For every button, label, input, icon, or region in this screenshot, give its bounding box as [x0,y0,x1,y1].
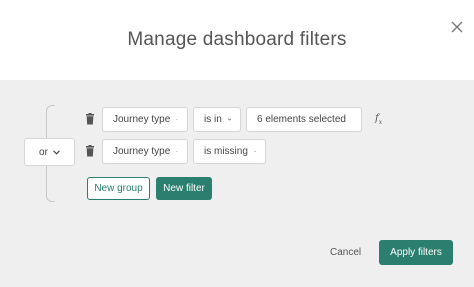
operator-select-value: is missing [204,145,248,157]
manage-filters-modal: Manage dashboard filters or Journey type… [0,0,474,287]
trash-icon[interactable] [84,145,96,157]
function-icon[interactable]: fx [375,113,382,126]
chevron-down-icon [227,118,231,120]
logic-operator-select[interactable]: or [24,138,75,166]
field-select-value: Journey type [113,145,171,157]
filter-row: Journey type is in 6 elements selected f… [84,106,382,132]
trash-icon[interactable] [84,113,96,125]
modal-header: Manage dashboard filters [0,0,474,80]
field-select-value: Journey type [113,113,171,125]
modal-title: Manage dashboard filters [127,29,347,50]
new-group-button[interactable]: New group [87,177,150,200]
field-select[interactable]: Journey type [102,106,188,132]
chevron-down-icon [176,150,178,152]
value-select-value: 6 elements selected [257,113,346,125]
chevron-down-icon [253,150,256,152]
close-icon[interactable] [447,17,467,37]
cancel-button[interactable]: Cancel [330,242,361,262]
value-select[interactable]: 6 elements selected [246,106,362,132]
field-select[interactable]: Journey type [102,138,188,164]
operator-select[interactable]: is in [193,106,241,132]
logic-operator-value: or [39,146,48,158]
apply-filters-button[interactable]: Apply filters [379,240,453,265]
operator-select-value: is in [204,113,222,125]
chevron-down-icon [53,149,60,155]
filter-row: Journey type is missing [84,138,271,164]
operator-select[interactable]: is missing [193,138,266,164]
chevron-down-icon [176,118,178,120]
new-filter-button[interactable]: New filter [156,177,212,200]
filters-panel: or Journey type is in 6 elements selecte… [0,80,474,287]
